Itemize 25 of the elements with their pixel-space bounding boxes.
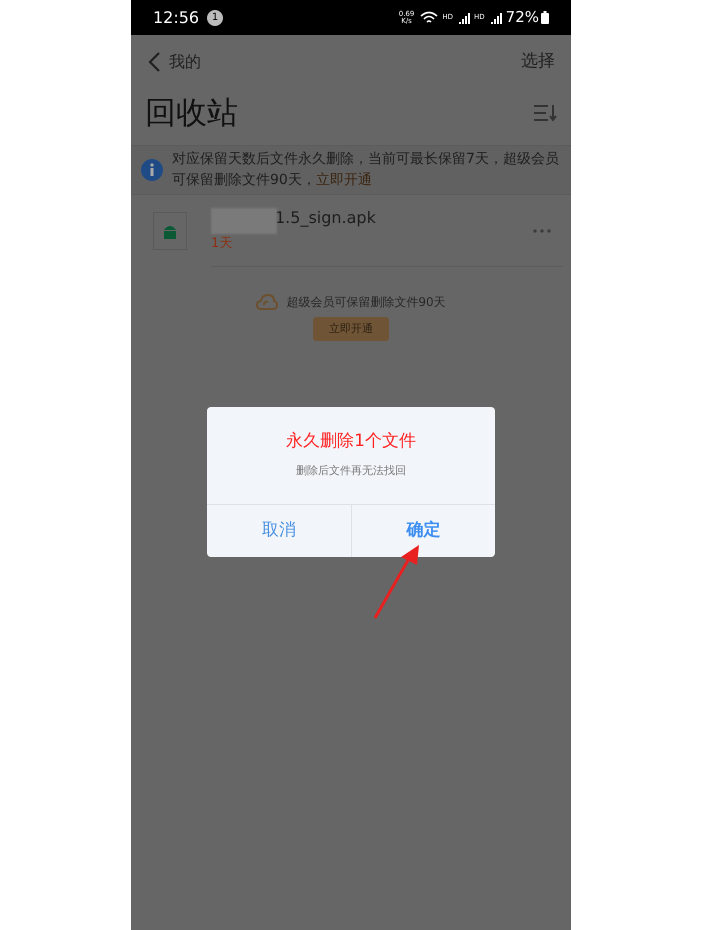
battery-icon <box>541 11 549 24</box>
upgrade-button[interactable]: 立即开通 <box>313 317 389 341</box>
battery-level: 72% <box>506 7 539 28</box>
days-remaining: 1天 <box>211 234 234 253</box>
notice-text: 对应保留天数后文件永久删除，当前可最长保留7天，超级会员可保留删除文件90天，立即开通 <box>172 150 560 190</box>
page-title: 回收站 <box>145 94 238 133</box>
file-name: 1.5_sign.apk <box>275 206 376 229</box>
dialog-title: 永久删除1个文件 <box>285 430 417 453</box>
signal-icon <box>456 12 470 24</box>
dialog-message: 删除后文件再无法找回 <box>295 462 407 478</box>
more-icon[interactable] <box>533 229 551 233</box>
file-row[interactable]: 1.5_sign.apk 1天 <box>131 195 571 267</box>
notification-badge: 1 <box>207 10 224 26</box>
promo-text: 超级会员可保留删除文件90天 <box>286 294 446 311</box>
cancel-button[interactable]: 取消 <box>207 505 350 557</box>
apk-file-icon <box>153 212 187 250</box>
back-icon[interactable] <box>147 51 161 73</box>
wifi-icon <box>420 10 438 24</box>
cloud-icon <box>256 293 278 311</box>
sort-icon[interactable] <box>533 104 557 122</box>
info-icon <box>141 159 163 181</box>
back-link[interactable]: 我的 <box>169 50 201 74</box>
upgrade-link[interactable]: 立即开通 <box>316 172 372 188</box>
select-button[interactable]: 选择 <box>521 49 555 75</box>
clock: 12:56 <box>153 6 200 28</box>
